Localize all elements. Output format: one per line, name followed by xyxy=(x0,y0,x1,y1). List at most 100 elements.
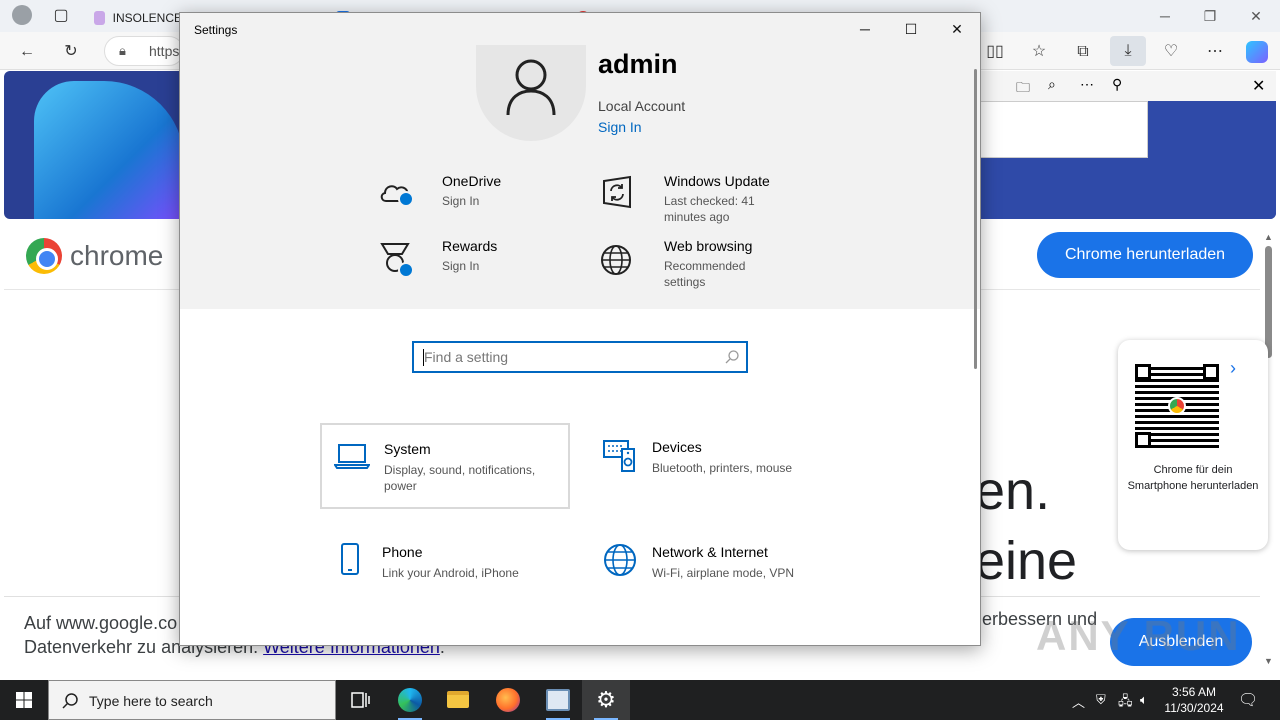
category-subtitle: Link your Android, iPhone xyxy=(382,566,519,580)
downloads-panel-header: 🗀 ⌕ ⋯ ⚲ ✕ xyxy=(980,71,1276,101)
find-setting-input[interactable]: Find a setting xyxy=(412,341,748,373)
qr-finder xyxy=(1135,432,1151,448)
edge-icon xyxy=(398,688,422,712)
category-title: Devices xyxy=(652,439,702,455)
start-button[interactable] xyxy=(0,680,48,720)
taskbar-firefox[interactable] xyxy=(484,680,532,720)
system-clock[interactable]: 3:56 AM 11/30/2024 xyxy=(1156,684,1232,716)
profile-avatar-icon[interactable] xyxy=(12,5,32,25)
close-button[interactable]: ✕ xyxy=(934,17,980,41)
chevron-up-icon[interactable]: ︿ xyxy=(1072,692,1085,711)
laptop-icon xyxy=(334,444,370,469)
web-browsing-quick-action[interactable]: Web browsing Recommended settings xyxy=(600,238,800,294)
pin-icon[interactable]: ⚲ xyxy=(1112,76,1122,93)
qr-finder xyxy=(1203,364,1219,380)
browser-tab-1[interactable]: INSOLENCE xyxy=(84,4,182,32)
phone-icon xyxy=(341,543,359,575)
address-bar[interactable]: 🔒︎ https xyxy=(104,36,184,66)
user-avatar[interactable] xyxy=(476,45,586,141)
maximize-button[interactable]: ☐ xyxy=(888,17,934,41)
category-title: Network & Internet xyxy=(652,544,768,560)
favorites-icon[interactable]: ☆ xyxy=(1028,41,1050,63)
notification-icon[interactable]: 🗨︎ xyxy=(1238,690,1258,710)
category-subtitle: Wi-Fi, airplane mode, VPN xyxy=(652,566,795,580)
scrollbar-thumb[interactable] xyxy=(1265,246,1272,358)
back-icon[interactable]: ← xyxy=(16,41,38,63)
firefox-icon xyxy=(496,688,520,712)
devices-icon xyxy=(603,440,635,472)
category-subtitle: Display, sound, notifications, power xyxy=(384,463,536,493)
category-devices[interactable]: Devices Bluetooth, printers, mouse xyxy=(590,423,840,509)
qr-finder xyxy=(1135,364,1151,380)
folder-icon[interactable]: 🗀 xyxy=(1016,77,1030,101)
download-chrome-button[interactable]: Chrome herunterladen xyxy=(1037,232,1253,278)
volume-icon[interactable]: 🔈︎ xyxy=(1140,692,1148,708)
browser-essentials-icon[interactable]: ♡ xyxy=(1160,41,1182,63)
scroll-up-icon[interactable]: ▲ xyxy=(1264,232,1273,242)
taskbar-edge[interactable] xyxy=(386,680,434,720)
network-tray-icon[interactable]: 🖧︎ xyxy=(1118,692,1133,714)
quick-action-title: OneDrive xyxy=(442,173,502,189)
quick-action-title: Web browsing xyxy=(664,238,753,254)
folder-icon xyxy=(447,691,469,708)
scroll-down-icon[interactable]: ▼ xyxy=(1264,656,1273,666)
chrome-logo-icon xyxy=(26,238,62,274)
more-icon[interactable]: ⋯ xyxy=(1080,76,1094,93)
category-phone[interactable]: Phone Link your Android, iPhone xyxy=(320,528,570,614)
globe-icon xyxy=(601,245,631,275)
windows-update-quick-action[interactable]: Windows Update Last checked: 41 minutes … xyxy=(600,173,800,229)
app-icon xyxy=(546,689,570,711)
copilot-icon[interactable] xyxy=(1246,41,1268,63)
settings-header: admin Local Account Sign In OneDrive Sig… xyxy=(180,45,980,309)
taskbar: Type here to search ⚙ ︿ ⛨ 🖧︎ 🔈︎ 3:56 AM … xyxy=(0,680,1280,720)
search-icon[interactable] xyxy=(724,349,740,365)
tab-favicon-icon xyxy=(94,11,105,25)
windows-update-icon xyxy=(603,175,631,209)
task-view-button[interactable] xyxy=(336,680,384,720)
rewards-quick-action[interactable]: Rewards Sign In xyxy=(378,238,568,288)
quick-action-subtitle: Recommended settings xyxy=(664,259,746,289)
scrollbar-thumb[interactable] xyxy=(974,69,977,369)
clock-date: 11/30/2024 xyxy=(1164,701,1224,715)
collections-icon[interactable]: ⧉ xyxy=(1072,41,1094,63)
search-icon[interactable]: ⌕ xyxy=(1048,76,1056,93)
close-icon[interactable]: ✕ xyxy=(1252,76,1265,96)
tab-actions-icon[interactable]: ▢ xyxy=(50,5,72,27)
quick-action-subtitle: Sign In xyxy=(442,194,480,208)
quick-action-title: Windows Update xyxy=(664,173,770,189)
task-view-icon xyxy=(351,692,370,708)
taskbar-search-box[interactable]: Type here to search xyxy=(48,680,336,720)
quick-action-title: Rewards xyxy=(442,238,498,254)
category-network[interactable]: Network & Internet Wi-Fi, airplane mode,… xyxy=(590,528,840,614)
onedrive-quick-action[interactable]: OneDrive Sign In xyxy=(378,173,568,223)
taskbar-search-placeholder: Type here to search xyxy=(89,693,213,709)
taskbar-settings[interactable]: ⚙ xyxy=(582,680,630,720)
address-text: https xyxy=(149,43,180,59)
browser-restore-button[interactable]: ❐ xyxy=(1200,6,1220,26)
headline-fragment-2: eine xyxy=(975,531,1078,591)
refresh-icon[interactable]: ↻ xyxy=(60,41,82,63)
network-icon xyxy=(604,544,636,576)
security-icon[interactable]: ⛨ xyxy=(1096,692,1106,708)
clock-time: 3:56 AM xyxy=(1171,685,1217,699)
category-system[interactable]: System Display, sound, notifications, po… xyxy=(320,423,570,509)
sign-in-link[interactable]: Sign In xyxy=(598,119,642,135)
more-icon[interactable]: ⋯ xyxy=(1204,41,1226,63)
anyrun-watermark: ANY RUN xyxy=(1036,612,1241,659)
minimize-button[interactable]: ─ xyxy=(842,17,888,41)
downloads-panel xyxy=(980,101,1148,158)
downloads-icon[interactable]: ⤓ xyxy=(1110,36,1146,66)
split-screen-icon[interactable]: ▯▯ xyxy=(984,41,1006,63)
chevron-right-icon[interactable]: › xyxy=(1230,358,1236,379)
browser-close-button[interactable]: ✕ xyxy=(1246,6,1266,26)
search-icon xyxy=(62,693,78,709)
qr-caption: Chrome für dein Smartphone herunterladen xyxy=(1127,464,1259,492)
settings-scrollbar[interactable] xyxy=(973,69,979,369)
browser-minimize-button[interactable]: ─ xyxy=(1155,6,1175,26)
taskbar-app[interactable] xyxy=(534,680,582,720)
windows-logo-icon xyxy=(16,692,32,708)
user-name: admin xyxy=(598,49,678,79)
window-title: Settings xyxy=(194,23,238,37)
taskbar-file-explorer[interactable] xyxy=(434,680,482,720)
quick-action-subtitle: Sign In xyxy=(442,259,480,273)
